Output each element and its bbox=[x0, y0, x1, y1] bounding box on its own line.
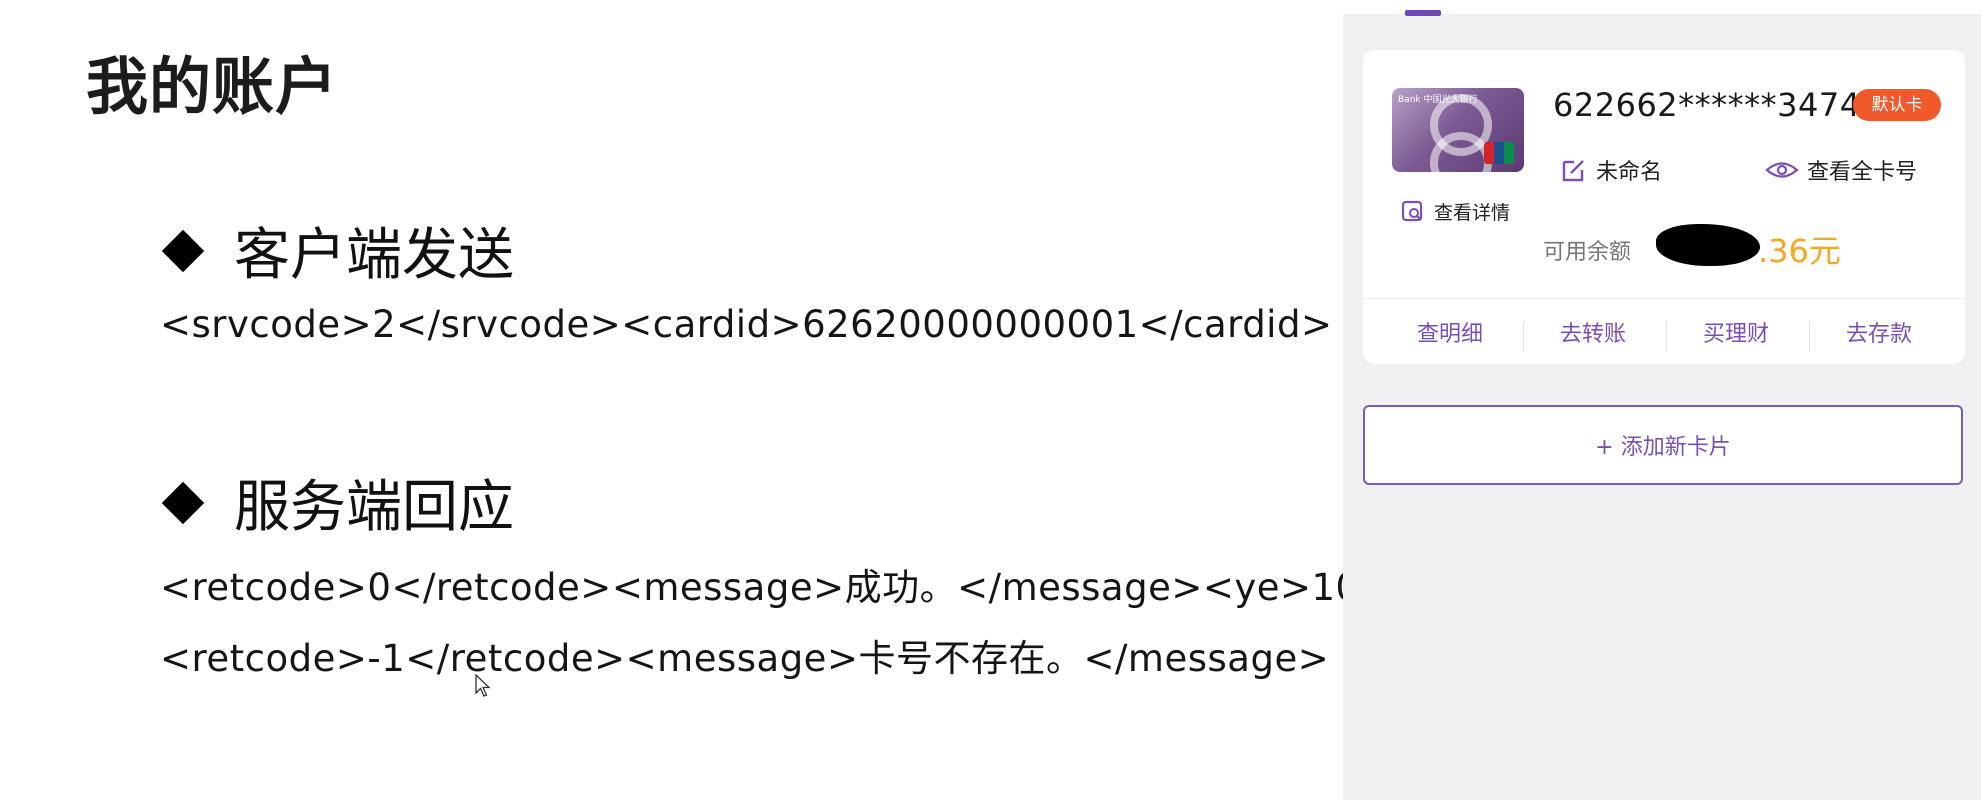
server-response-error-line: <retcode>-1</retcode><message>卡号不存在。</me… bbox=[160, 637, 1330, 680]
balance-value: .36元 bbox=[1758, 232, 1841, 270]
client-section-heading-label: 客户端发送 bbox=[234, 223, 514, 288]
diamond-bullet-icon bbox=[161, 481, 205, 524]
server-section-heading: 服务端回应 bbox=[160, 462, 514, 543]
mouse-pointer-icon bbox=[475, 674, 491, 697]
view-full-number-label: 查看全卡号 bbox=[1807, 160, 1918, 185]
card-divider bbox=[1363, 298, 1965, 299]
balance-redaction bbox=[1656, 224, 1760, 266]
action-deposit-button[interactable]: 去存款 bbox=[1807, 316, 1951, 348]
diamond-bullet-icon bbox=[161, 229, 205, 272]
card-name-edit[interactable]: 未命名 bbox=[1560, 154, 1662, 186]
add-new-card-label: + 添加新卡片 bbox=[1595, 435, 1731, 460]
view-full-number-button[interactable]: 查看全卡号 bbox=[1765, 154, 1917, 186]
card-name-label: 未命名 bbox=[1596, 160, 1663, 185]
client-section-heading: 客户端发送 bbox=[160, 210, 514, 291]
balance-label: 可用余额 bbox=[1543, 240, 1632, 265]
eye-icon bbox=[1765, 162, 1799, 178]
action-invest-button[interactable]: 买理财 bbox=[1664, 316, 1808, 348]
default-card-badge: 默认卡 bbox=[1853, 89, 1941, 121]
client-request-line: <srvcode>2</srvcode><cardid>626200000000… bbox=[160, 303, 1333, 346]
tab-indicator bbox=[1405, 10, 1441, 16]
page-title: 我的账户 bbox=[86, 50, 339, 123]
view-details-label: 查看详情 bbox=[1434, 202, 1511, 224]
bank-card-image[interactable]: Bank 中国光大银行 bbox=[1392, 88, 1524, 172]
action-transfer-button[interactable]: 去转账 bbox=[1521, 316, 1665, 348]
document-search-icon bbox=[1401, 200, 1423, 221]
unionpay-logo-icon bbox=[1484, 142, 1514, 164]
view-details-button[interactable]: 查看详情 bbox=[1400, 198, 1510, 225]
card-number: 622662******3474 bbox=[1553, 86, 1861, 124]
edit-icon bbox=[1562, 160, 1584, 182]
server-section-heading-label: 服务端回应 bbox=[234, 475, 514, 540]
add-new-card-button[interactable]: + 添加新卡片 bbox=[1363, 405, 1963, 485]
action-statement-button[interactable]: 查明细 bbox=[1378, 316, 1522, 348]
